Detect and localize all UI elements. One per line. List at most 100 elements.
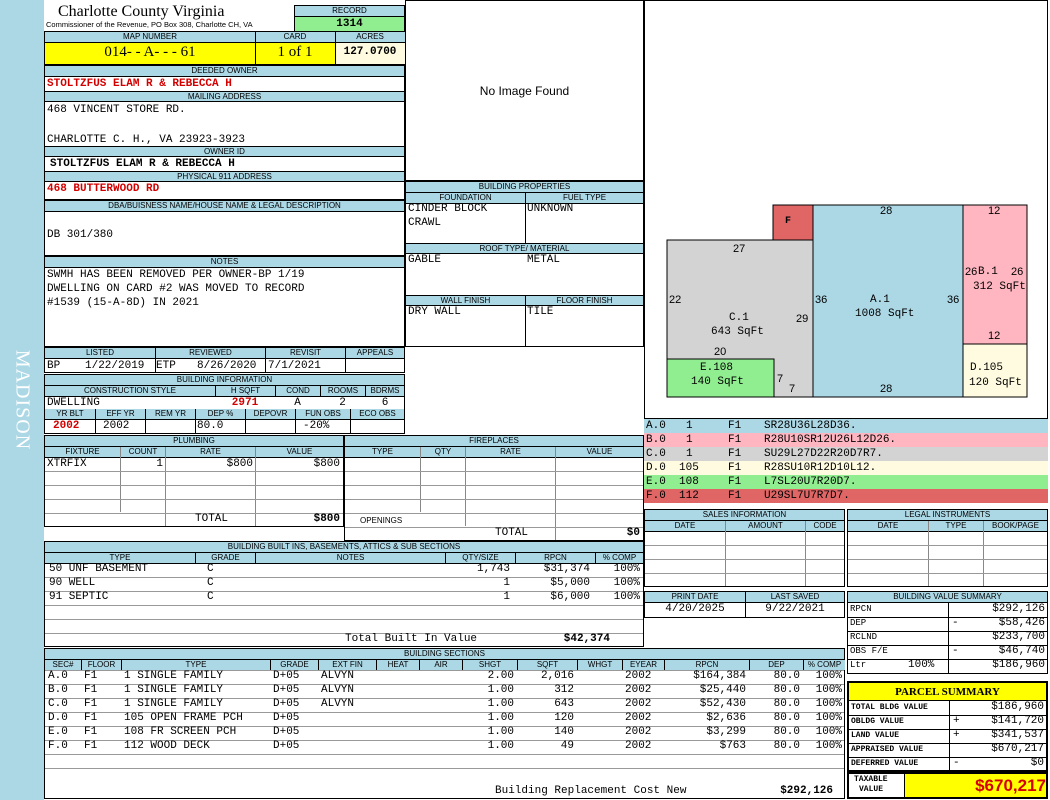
depovr-label: DEPOVR [245,409,295,420]
dim-label: 29 [796,313,809,325]
wall-finish: DRY WALL [408,306,461,318]
section-cell: $52,430 [699,698,746,710]
segment-floor: F1 [728,476,742,488]
count-label: COUNT [120,447,165,458]
notes-line: DWELLING ON CARD #2 WAS MOVED TO RECORD [47,283,305,295]
roof-label: ROOF TYPE/ MATERIAL [406,243,643,254]
segment-id: F.0 [646,490,666,502]
funobs-label: FUN OBS [295,409,350,420]
ps-label: LAND VALUE [851,731,900,740]
fp-value-label: VALUE [555,447,643,458]
vs-label: DEP [850,618,867,628]
property-photo: No Image Found [405,0,644,181]
rooms-label: ROOMS [320,386,365,397]
segment-row: C.0 1 F1 SU29L27D22R20D7R7. [644,447,1048,461]
condition: A [294,397,301,409]
vs-value: $58,426 [998,617,1045,629]
ps-value: $670,217 [991,743,1044,755]
section-row: B.0 F1 1 SINGLE FAMILY D+05 ALVYN 1.00 312 2002… [45,684,844,698]
section-cell: E.0 [48,726,68,738]
reviewed-code: ETP [156,360,176,372]
section-cell: 1 SINGLE FAMILY [124,670,224,682]
taxable-label: VALUE [859,785,884,794]
section-cell: D+05 [273,740,300,752]
section-cell: 2002 [625,712,652,724]
building-sections-table: BUILDING SECTIONS SEC# FLOOR TYPE GRADE EXT … [44,648,845,799]
vs-value: $292,126 [992,603,1045,615]
plumbing-table: PLUMBING FIXTURE COUNT RATE VALUE XTRFIX… [44,435,344,527]
fp-qty-label: QTY [420,447,465,458]
segment-floor: F1 [728,420,742,432]
sales-information: SALES INFORMATION DATE AMOUNT CODE [644,509,845,587]
segment-list: A.0 1 F1 SR28U36L28D36. B.0 1 F1 R28U10S… [644,419,1048,509]
section-cell: $25,440 [699,684,746,696]
building-value-summary: BUILDING VALUE SUMMARY RPCN $292,126 DEP… [847,591,1048,674]
vs-label: RPCN [850,604,872,614]
dim-label: 12 [988,330,1001,342]
sales-code-label: CODE [805,521,844,532]
map-card-acres: MAP NUMBER CARD ACRES 014- - A- - - 61 1… [44,31,405,65]
mailing-line2: CHARLOTTE C. H., VA 23923-3923 [47,134,246,146]
segment-floor: F1 [728,448,742,460]
segment-num: 108 [679,476,699,488]
last-saved-label: LAST SAVED [745,592,844,603]
fireplaces-table: FIREPLACES TYPE QTY RATE VALUE OPENINGS … [344,435,644,541]
map-number: 014- - A- - - 61 [104,44,196,60]
acres-value: 127.0700 [343,46,397,58]
construction-style: DWELLING [47,397,100,409]
county-title: Charlotte County Virginia [58,3,225,20]
legal-title: LEGAL INSTRUMENTS [848,510,1047,521]
segment-id: B.0 [646,434,666,446]
vs-pct: 100% [908,659,935,671]
legal-date-label: DATE [848,521,928,532]
segment-floor: F1 [728,434,742,446]
listed-code: BP [47,360,61,372]
fixture-value: $800 [313,458,340,470]
section-cell: 1.00 [487,740,514,752]
dim-label: 27 [733,243,746,255]
segment-num: 112 [679,490,699,502]
section-b-area: 312 SqFt [973,281,1026,293]
fixture-count: 1 [156,458,163,470]
sections-title: BUILDING SECTIONS [45,649,844,660]
section-cell: $763 [719,740,746,752]
section-cell: 80.0 [773,712,800,724]
reviewed-date: 8/26/2020 [197,360,257,372]
section-cell: 2002 [625,684,652,696]
section-cell: $2,636 [706,712,746,724]
section-a-area: 1008 SqFt [855,308,915,320]
section-cell: D+05 [273,726,300,738]
section-cell: 80.0 [773,740,800,752]
section-cell: 108 FR SCREEN PCH [124,726,237,738]
dim-label: 36 [815,294,828,306]
sales-amount-label: AMOUNT [725,521,805,532]
section-cell: 2002 [625,670,652,682]
owner-block: DEEDED OWNER STOLTZFUS ELAM R & REBECCA … [44,65,405,200]
foundation-2: CRAWL [408,217,442,229]
vs-value: $46,740 [998,645,1045,657]
dim-label: 26 [965,266,978,278]
plumbing-title: PLUMBING [45,436,343,447]
deeded-owner-label: DEEDED OWNER [45,66,404,77]
ps-value: $141,720 [991,715,1044,727]
section-cell: 2002 [625,698,652,710]
section-cell: 643 [554,698,574,710]
section-cell: 80.0 [773,698,800,710]
bi-rpcn: $31,374 [543,563,590,575]
section-cell: 80.0 [773,670,800,682]
wall-label: WALL FINISH [406,295,525,306]
section-cell: ALVYN [321,670,355,682]
segment-row: A.0 1 F1 SR28U36L28D36. [644,419,1048,433]
bi-type: 91 SEPTIC [49,591,109,603]
section-cell: D+05 [273,698,300,710]
plumbing-total-label: TOTAL [195,513,229,525]
taxable-label: TAXABLE [854,775,888,784]
ps-value: $186,960 [991,701,1044,713]
parcel-summary-title: PARCEL SUMMARY [849,683,1046,701]
section-cell: F1 [84,712,98,724]
remyr-label: REM YR [145,409,195,420]
dim-label: 7 [777,373,784,385]
built-ins-title: BUILDING BUILT INS, BASEMENTS, ATTICS & … [45,542,643,553]
effective-year: 2002 [103,420,130,432]
bi-type: 90 WELL [49,577,96,589]
